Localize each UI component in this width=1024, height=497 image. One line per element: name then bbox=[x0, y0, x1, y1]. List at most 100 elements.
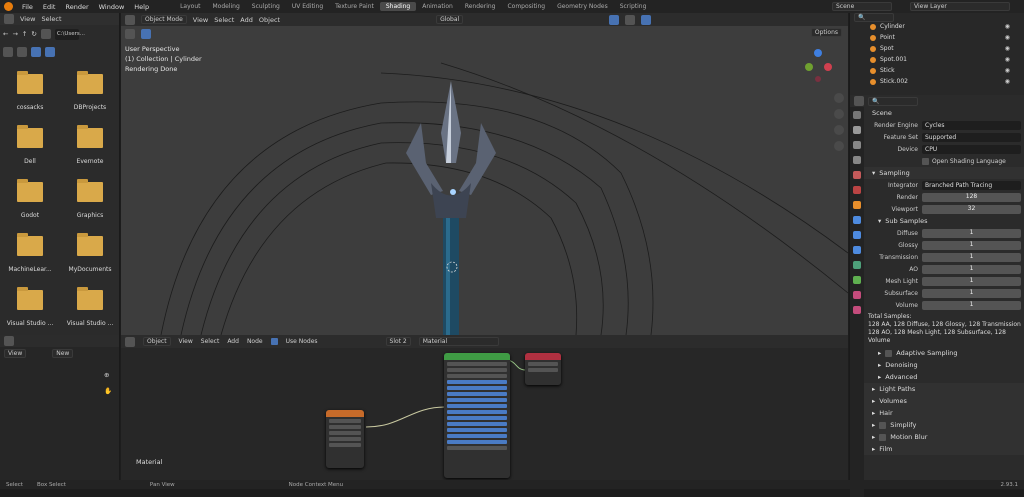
principled-bsdf-node[interactable] bbox=[444, 353, 510, 478]
outliner-item[interactable]: Stick.002 ◉ bbox=[850, 76, 1024, 87]
shader-node-editor[interactable]: Object View Select Add Node Use Nodes Sl… bbox=[121, 335, 848, 480]
new-image-button[interactable]: New bbox=[52, 348, 74, 358]
tab-modeling[interactable]: Modeling bbox=[207, 2, 246, 11]
tab-texture-paint[interactable]: Texture Paint bbox=[329, 2, 380, 11]
volume-field[interactable]: 1 bbox=[922, 300, 1021, 310]
motion-blur-panel[interactable]: ▸ Motion Blur bbox=[864, 431, 1024, 443]
volumes-panel[interactable]: ▸ Volumes bbox=[864, 395, 1024, 407]
display-mode-icon[interactable] bbox=[17, 47, 27, 57]
camera-view-icon[interactable] bbox=[834, 125, 844, 135]
render-engine-dropdown[interactable]: Cycles bbox=[922, 120, 1021, 130]
view-layer-tab-icon[interactable] bbox=[853, 156, 861, 164]
viewport-menu-select[interactable]: Select bbox=[214, 16, 234, 24]
zoom-icon[interactable]: ⊕ bbox=[104, 371, 109, 379]
menu-render[interactable]: Render bbox=[60, 3, 93, 11]
eye-icon[interactable]: ◉ bbox=[1005, 67, 1010, 74]
material-output-node[interactable] bbox=[525, 353, 561, 385]
tab-shading[interactable]: Shading bbox=[379, 2, 417, 11]
fb-menu-view[interactable]: View bbox=[20, 15, 35, 23]
constraints-tab-icon[interactable] bbox=[853, 261, 861, 269]
filter-icon[interactable] bbox=[45, 47, 55, 57]
blender-logo-icon[interactable] bbox=[4, 2, 13, 11]
world-tab-icon[interactable] bbox=[853, 186, 861, 194]
scene-tab-icon[interactable] bbox=[853, 171, 861, 179]
outliner-item[interactable]: Stick ◉ bbox=[850, 65, 1024, 76]
tab-animation[interactable]: Animation bbox=[416, 2, 459, 11]
film-panel[interactable]: ▸ Film bbox=[864, 443, 1024, 455]
motion-blur-checkbox[interactable] bbox=[879, 433, 887, 441]
viewport-menu-view[interactable]: View bbox=[193, 16, 208, 24]
eye-icon[interactable]: ◉ bbox=[1005, 34, 1010, 41]
data-tab-icon[interactable] bbox=[853, 276, 861, 284]
tab-rendering[interactable]: Rendering bbox=[459, 2, 502, 11]
tool-tab-icon[interactable] bbox=[853, 111, 861, 119]
integrator-dropdown[interactable]: Branched Path Tracing bbox=[922, 180, 1021, 190]
menu-edit[interactable]: Edit bbox=[38, 3, 61, 11]
tab-layout[interactable]: Layout bbox=[174, 2, 206, 11]
render-tab-icon[interactable] bbox=[853, 126, 861, 134]
viewport-menu-add[interactable]: Add bbox=[240, 16, 253, 24]
adaptive-checkbox[interactable] bbox=[885, 349, 893, 357]
refresh-icon[interactable]: ↻ bbox=[31, 30, 36, 38]
subsurface-field[interactable]: 1 bbox=[922, 288, 1021, 298]
sampling-panel-header[interactable]: ▾ Sampling bbox=[864, 167, 1024, 179]
forward-arrow-icon[interactable]: → bbox=[12, 30, 17, 38]
device-dropdown[interactable]: CPU bbox=[922, 144, 1021, 154]
tab-sculpting[interactable]: Sculpting bbox=[246, 2, 286, 11]
path-field[interactable]: C:\Users... bbox=[54, 28, 85, 40]
folder-item[interactable]: DBProjects bbox=[60, 61, 120, 111]
options-dropdown[interactable]: Options bbox=[810, 28, 842, 37]
material-tab-icon[interactable] bbox=[853, 291, 861, 299]
zoom-icon[interactable] bbox=[834, 93, 844, 103]
eye-icon[interactable]: ◉ bbox=[1005, 56, 1010, 63]
folder-item[interactable]: cossacks bbox=[0, 61, 60, 111]
folder-item[interactable]: Evernote bbox=[60, 115, 120, 165]
object-tab-icon[interactable] bbox=[853, 201, 861, 209]
viewport-samples-field[interactable]: 32 bbox=[922, 204, 1021, 214]
osl-row[interactable]: Open Shading Language bbox=[864, 155, 1024, 167]
modifier-tab-icon[interactable] bbox=[853, 216, 861, 224]
eye-icon[interactable]: ◉ bbox=[1005, 45, 1010, 52]
menu-help[interactable]: Help bbox=[129, 3, 154, 11]
osl-checkbox[interactable] bbox=[922, 157, 929, 165]
sub-samples-header[interactable]: ▾ Sub Samples bbox=[864, 215, 1024, 227]
outliner-item[interactable]: Spot ◉ bbox=[850, 43, 1024, 54]
folder-item[interactable]: Visual Studio ... bbox=[0, 277, 60, 327]
editor-type-icon[interactable] bbox=[4, 14, 14, 24]
particles-tab-icon[interactable] bbox=[853, 231, 861, 239]
scene-selector[interactable]: Scene bbox=[832, 2, 892, 11]
object-mode-dropdown[interactable]: Object Mode bbox=[141, 15, 187, 24]
eye-icon[interactable]: ◉ bbox=[1005, 78, 1010, 85]
folder-item[interactable]: Graphics bbox=[60, 169, 120, 219]
outliner-item[interactable]: Spot.001 ◉ bbox=[850, 54, 1024, 65]
folder-item[interactable]: Dell bbox=[0, 115, 60, 165]
outliner-item[interactable]: Point ◉ bbox=[850, 32, 1024, 43]
transform-orientation-dropdown[interactable]: Global bbox=[436, 15, 464, 24]
solid-shading-icon[interactable] bbox=[625, 14, 636, 25]
thumbnail-mode-icon[interactable] bbox=[31, 47, 41, 57]
texture-tab-icon[interactable] bbox=[853, 306, 861, 314]
new-folder-icon[interactable] bbox=[40, 29, 51, 39]
3d-viewport[interactable]: Object Mode View Select Add Object Globa… bbox=[121, 13, 848, 335]
folder-item[interactable]: Visual Studio ... bbox=[60, 277, 120, 327]
light-paths-panel[interactable]: ▸ Light Paths bbox=[864, 383, 1024, 395]
folder-item[interactable]: MyDocuments bbox=[60, 223, 120, 273]
hair-panel[interactable]: ▸ Hair bbox=[864, 407, 1024, 419]
diffuse-field[interactable]: 1 bbox=[922, 228, 1021, 238]
search-icon[interactable] bbox=[3, 47, 13, 57]
rendered-shading-icon[interactable] bbox=[641, 14, 652, 25]
viewport-menu-object[interactable]: Object bbox=[259, 16, 280, 24]
simplify-panel[interactable]: ▸ Simplify bbox=[864, 419, 1024, 431]
tab-uv-editing[interactable]: UV Editing bbox=[286, 2, 329, 11]
texture-node[interactable] bbox=[326, 410, 364, 468]
tab-compositing[interactable]: Compositing bbox=[501, 2, 551, 11]
editor-type-icon[interactable] bbox=[854, 96, 864, 106]
pan-hand-icon[interactable]: ✋ bbox=[104, 387, 112, 395]
pan-hand-icon[interactable] bbox=[834, 109, 844, 119]
feature-set-dropdown[interactable]: Supported bbox=[922, 132, 1021, 142]
simplify-checkbox[interactable] bbox=[879, 421, 887, 429]
transmission-field[interactable]: 1 bbox=[922, 252, 1021, 262]
tab-geometry-nodes[interactable]: Geometry Nodes bbox=[551, 2, 614, 11]
ao-field[interactable]: 1 bbox=[922, 264, 1021, 274]
view-layer-selector[interactable]: View Layer bbox=[910, 2, 1010, 11]
